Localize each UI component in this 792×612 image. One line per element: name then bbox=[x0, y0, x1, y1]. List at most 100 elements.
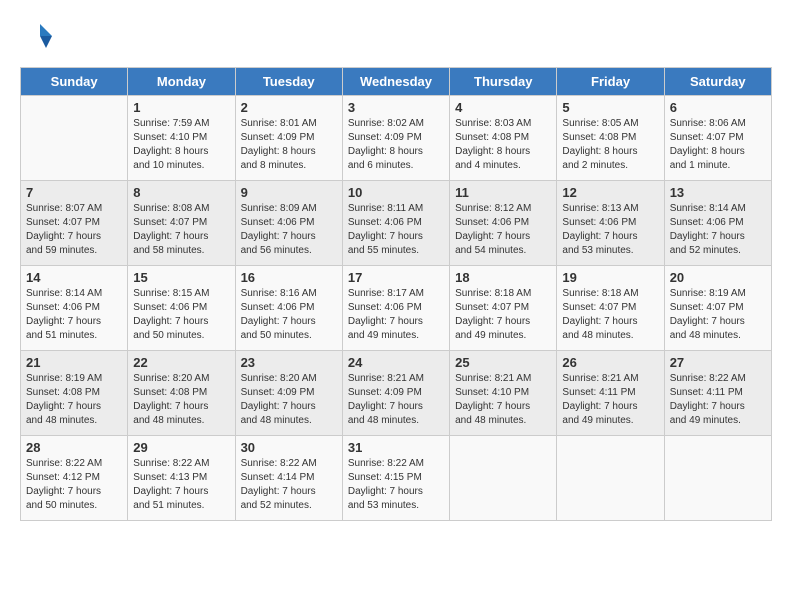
day-number: 31 bbox=[348, 440, 444, 455]
day-content: Sunrise: 8:21 AM Sunset: 4:10 PM Dayligh… bbox=[455, 372, 551, 428]
day-content: Sunrise: 8:22 AM Sunset: 4:12 PM Dayligh… bbox=[26, 457, 122, 513]
calendar-cell bbox=[557, 436, 664, 521]
day-number: 18 bbox=[455, 270, 551, 285]
calendar-cell: 16 Sunrise: 8:16 AM Sunset: 4:06 PM Dayli… bbox=[235, 266, 342, 351]
calendar-cell: 17Sunrise: 8:17 AM Sunset: 4:06 PM Dayli… bbox=[342, 266, 449, 351]
day-content: Sunrise: 8:14 AM Sunset: 4:06 PM Dayligh… bbox=[26, 287, 122, 343]
day-number: 10 bbox=[348, 185, 444, 200]
calendar-cell: 26 Sunrise: 8:21 AM Sunset: 4:11 PM Dayli… bbox=[557, 351, 664, 436]
col-header-friday: Friday bbox=[557, 68, 664, 96]
day-number: 28 bbox=[26, 440, 122, 455]
day-number: 3 bbox=[348, 100, 444, 115]
calendar-cell: 28 Sunrise: 8:22 AM Sunset: 4:12 PM Dayli… bbox=[21, 436, 128, 521]
day-content: Sunrise: 8:20 AM Sunset: 4:09 PM Dayligh… bbox=[241, 372, 337, 428]
calendar-cell: 25 Sunrise: 8:21 AM Sunset: 4:10 PM Dayli… bbox=[450, 351, 557, 436]
header-area bbox=[20, 20, 772, 57]
calendar-cell: 19 Sunrise: 8:18 AM Sunset: 4:07 PM Dayli… bbox=[557, 266, 664, 351]
day-number: 27 bbox=[670, 355, 766, 370]
day-number: 2 bbox=[241, 100, 337, 115]
day-number: 5 bbox=[562, 100, 658, 115]
calendar-week-row: 14 Sunrise: 8:14 AM Sunset: 4:06 PM Dayli… bbox=[21, 266, 772, 351]
day-number: 11 bbox=[455, 185, 551, 200]
calendar-header-row: SundayMondayTuesdayWednesdayThursdayFrid… bbox=[21, 68, 772, 96]
day-content: Sunrise: 8:16 AM Sunset: 4:06 PM Dayligh… bbox=[241, 287, 337, 343]
day-content: Sunrise: 8:20 AM Sunset: 4:08 PM Dayligh… bbox=[133, 372, 229, 428]
calendar-cell bbox=[21, 96, 128, 181]
calendar-cell: 15 Sunrise: 8:15 AM Sunset: 4:06 PM Dayli… bbox=[128, 266, 235, 351]
day-content: Sunrise: 8:14 AM Sunset: 4:06 PM Dayligh… bbox=[670, 202, 766, 258]
calendar-cell: 10 Sunrise: 8:11 AM Sunset: 4:06 PM Dayli… bbox=[342, 181, 449, 266]
calendar-cell: 3Sunrise: 8:02 AM Sunset: 4:09 PM Daylig… bbox=[342, 96, 449, 181]
day-number: 7 bbox=[26, 185, 122, 200]
day-content: Sunrise: 8:22 AM Sunset: 4:11 PM Dayligh… bbox=[670, 372, 766, 428]
calendar-cell: 12 Sunrise: 8:13 AM Sunset: 4:06 PM Dayli… bbox=[557, 181, 664, 266]
day-number: 23 bbox=[241, 355, 337, 370]
day-content: Sunrise: 8:05 AM Sunset: 4:08 PM Dayligh… bbox=[562, 117, 658, 173]
col-header-wednesday: Wednesday bbox=[342, 68, 449, 96]
calendar-cell: 9 Sunrise: 8:09 AM Sunset: 4:06 PM Daylig… bbox=[235, 181, 342, 266]
day-number: 26 bbox=[562, 355, 658, 370]
day-number: 13 bbox=[670, 185, 766, 200]
day-content: Sunrise: 8:17 AM Sunset: 4:06 PM Dayligh… bbox=[348, 287, 444, 343]
day-content: Sunrise: 8:11 AM Sunset: 4:06 PM Dayligh… bbox=[348, 202, 444, 258]
calendar-cell: 4 Sunrise: 8:03 AM Sunset: 4:08 PM Daylig… bbox=[450, 96, 557, 181]
calendar-cell: 21Sunrise: 8:19 AM Sunset: 4:08 PM Dayli… bbox=[21, 351, 128, 436]
calendar-cell: 20 Sunrise: 8:19 AM Sunset: 4:07 PM Dayli… bbox=[664, 266, 771, 351]
calendar-cell: 30 Sunrise: 8:22 AM Sunset: 4:14 PM Dayli… bbox=[235, 436, 342, 521]
day-content: Sunrise: 8:13 AM Sunset: 4:06 PM Dayligh… bbox=[562, 202, 658, 258]
day-content: Sunrise: 8:21 AM Sunset: 4:09 PM Dayligh… bbox=[348, 372, 444, 428]
day-number: 19 bbox=[562, 270, 658, 285]
day-number: 14 bbox=[26, 270, 122, 285]
day-number: 25 bbox=[455, 355, 551, 370]
day-content: Sunrise: 8:21 AM Sunset: 4:11 PM Dayligh… bbox=[562, 372, 658, 428]
col-header-monday: Monday bbox=[128, 68, 235, 96]
calendar-cell: 8 Sunrise: 8:08 AM Sunset: 4:07 PM Daylig… bbox=[128, 181, 235, 266]
day-content: Sunrise: 8:09 AM Sunset: 4:06 PM Dayligh… bbox=[241, 202, 337, 258]
calendar-week-row: 1 Sunrise: 7:59 AM Sunset: 4:10 PM Daylig… bbox=[21, 96, 772, 181]
day-content: Sunrise: 8:15 AM Sunset: 4:06 PM Dayligh… bbox=[133, 287, 229, 343]
col-header-tuesday: Tuesday bbox=[235, 68, 342, 96]
day-content: Sunrise: 8:22 AM Sunset: 4:14 PM Dayligh… bbox=[241, 457, 337, 513]
day-number: 1 bbox=[133, 100, 229, 115]
day-content: Sunrise: 7:59 AM Sunset: 4:10 PM Dayligh… bbox=[133, 117, 229, 173]
calendar-cell: 6Sunrise: 8:06 AM Sunset: 4:07 PM Daylig… bbox=[664, 96, 771, 181]
calendar-week-row: 21Sunrise: 8:19 AM Sunset: 4:08 PM Dayli… bbox=[21, 351, 772, 436]
day-number: 30 bbox=[241, 440, 337, 455]
calendar-cell bbox=[664, 436, 771, 521]
day-number: 9 bbox=[241, 185, 337, 200]
col-header-sunday: Sunday bbox=[21, 68, 128, 96]
day-number: 4 bbox=[455, 100, 551, 115]
day-content: Sunrise: 8:03 AM Sunset: 4:08 PM Dayligh… bbox=[455, 117, 551, 173]
day-content: Sunrise: 8:01 AM Sunset: 4:09 PM Dayligh… bbox=[241, 117, 337, 173]
day-content: Sunrise: 8:22 AM Sunset: 4:15 PM Dayligh… bbox=[348, 457, 444, 513]
calendar-cell: 5 Sunrise: 8:05 AM Sunset: 4:08 PM Daylig… bbox=[557, 96, 664, 181]
calendar-table: SundayMondayTuesdayWednesdayThursdayFrid… bbox=[20, 67, 772, 521]
day-content: Sunrise: 8:22 AM Sunset: 4:13 PM Dayligh… bbox=[133, 457, 229, 513]
day-number: 15 bbox=[133, 270, 229, 285]
calendar-week-row: 28 Sunrise: 8:22 AM Sunset: 4:12 PM Dayli… bbox=[21, 436, 772, 521]
calendar-cell: 14 Sunrise: 8:14 AM Sunset: 4:06 PM Dayli… bbox=[21, 266, 128, 351]
calendar-cell: 11Sunrise: 8:12 AM Sunset: 4:06 PM Dayli… bbox=[450, 181, 557, 266]
calendar-week-row: 7 Sunrise: 8:07 AM Sunset: 4:07 PM Daylig… bbox=[21, 181, 772, 266]
calendar-cell: 7 Sunrise: 8:07 AM Sunset: 4:07 PM Daylig… bbox=[21, 181, 128, 266]
calendar-cell: 31 Sunrise: 8:22 AM Sunset: 4:15 PM Dayli… bbox=[342, 436, 449, 521]
calendar-cell: 18Sunrise: 8:18 AM Sunset: 4:07 PM Dayli… bbox=[450, 266, 557, 351]
calendar-cell: 2 Sunrise: 8:01 AM Sunset: 4:09 PM Daylig… bbox=[235, 96, 342, 181]
col-header-saturday: Saturday bbox=[664, 68, 771, 96]
day-number: 16 bbox=[241, 270, 337, 285]
day-number: 8 bbox=[133, 185, 229, 200]
day-content: Sunrise: 8:06 AM Sunset: 4:07 PM Dayligh… bbox=[670, 117, 766, 173]
day-number: 12 bbox=[562, 185, 658, 200]
calendar-body: 1 Sunrise: 7:59 AM Sunset: 4:10 PM Daylig… bbox=[21, 96, 772, 521]
col-header-thursday: Thursday bbox=[450, 68, 557, 96]
day-content: Sunrise: 8:08 AM Sunset: 4:07 PM Dayligh… bbox=[133, 202, 229, 258]
logo-icon bbox=[20, 20, 52, 57]
day-content: Sunrise: 8:18 AM Sunset: 4:07 PM Dayligh… bbox=[562, 287, 658, 343]
logo bbox=[20, 20, 56, 57]
day-number: 21 bbox=[26, 355, 122, 370]
day-number: 29 bbox=[133, 440, 229, 455]
day-content: Sunrise: 8:07 AM Sunset: 4:07 PM Dayligh… bbox=[26, 202, 122, 258]
calendar-cell: 1 Sunrise: 7:59 AM Sunset: 4:10 PM Daylig… bbox=[128, 96, 235, 181]
day-number: 20 bbox=[670, 270, 766, 285]
day-content: Sunrise: 8:19 AM Sunset: 4:07 PM Dayligh… bbox=[670, 287, 766, 343]
